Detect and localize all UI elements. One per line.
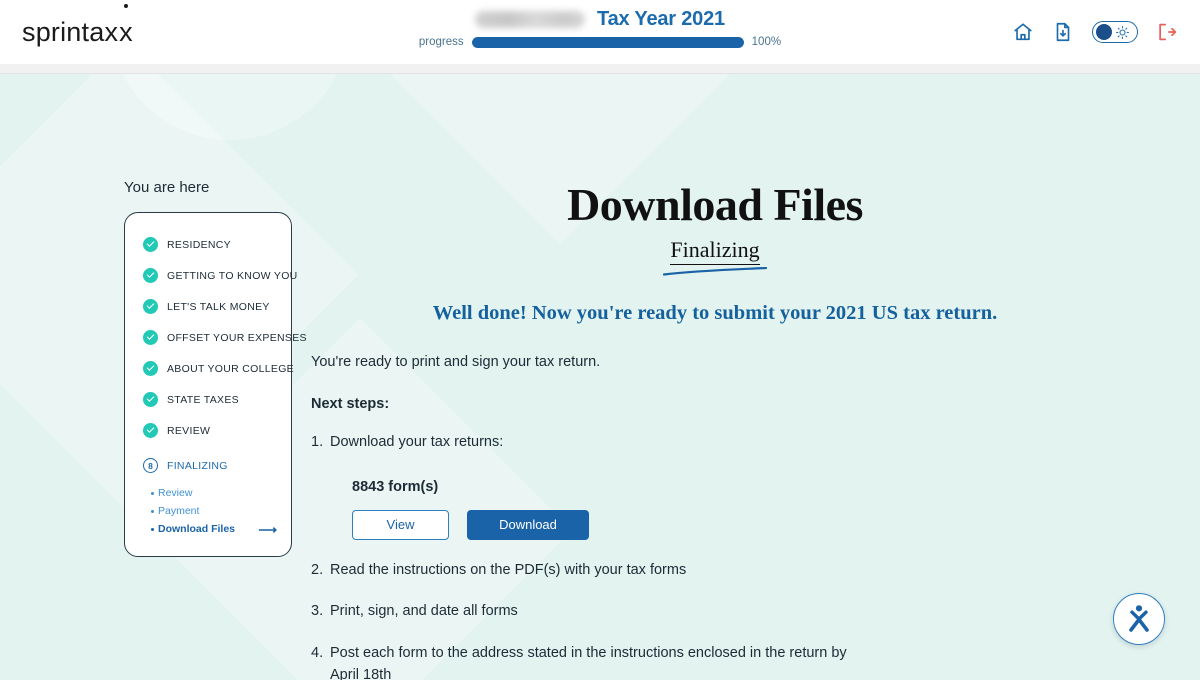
main-content: Download Files Finalizing Well done! Now… xyxy=(310,74,1200,680)
sidebar-item-about-your-college[interactable]: ABOUT YOUR COLLEGE xyxy=(125,353,294,384)
check-icon xyxy=(143,268,158,283)
app-header: sprintax x Tax Year 2021 progress 100% xyxy=(0,0,1200,64)
check-icon xyxy=(143,423,158,438)
body-column: You're ready to print and sign your tax … xyxy=(310,352,870,680)
sidebar-item-label: FINALIZING xyxy=(167,459,228,472)
check-icon xyxy=(143,361,158,376)
list-item: Download your tax returns: 8843 form(s) … xyxy=(311,432,870,540)
logo-text: sprintax xyxy=(22,16,119,47)
sidebar-item-lets-talk-money[interactable]: LET'S TALK MONEY xyxy=(125,291,291,322)
progress-percent-label: 100% xyxy=(751,36,782,48)
sidebar-item-offset-your-expenses[interactable]: OFFSET YOUR EXPENSES xyxy=(125,322,307,353)
sidebar-subitem-download-files[interactable]: Download Files ⟶ xyxy=(125,520,291,538)
sidebar-subitem-label: Download Files xyxy=(158,523,236,535)
step-1-text: Download your tax returns: xyxy=(330,434,504,451)
intro-text: You're ready to print and sign your tax … xyxy=(311,354,601,370)
sidebar-subitem-review[interactable]: Review xyxy=(125,484,291,502)
tax-year-label: Tax Year 2021 xyxy=(597,7,725,30)
sidebar-item-label: REVIEW xyxy=(167,424,211,437)
sidebar-substeps: Review Payment Download Files ⟶ xyxy=(125,481,291,538)
page-title: Download Files xyxy=(567,179,863,230)
bullet-icon xyxy=(151,527,154,531)
sidebar-subitem-label: Payment xyxy=(158,505,200,517)
list-item: Read the instructions on the PDF(s) with… xyxy=(311,560,687,582)
progress-track xyxy=(471,36,744,48)
step-number-badge: 8 xyxy=(143,458,158,473)
arrow-right-icon: ⟶ xyxy=(258,521,277,537)
help-chat-button[interactable] xyxy=(1113,593,1165,645)
download-button[interactable]: Download xyxy=(467,509,589,540)
dark-light-mode-toggle[interactable] xyxy=(1092,21,1138,43)
sidebar-item-state-taxes[interactable]: STATE TAXES xyxy=(125,384,291,415)
sidebar-item-getting-to-know-you[interactable]: GETTING TO KNOW YOU xyxy=(125,260,297,291)
form-actions: View Download xyxy=(352,509,870,540)
list-item: Print, sign, and date all forms xyxy=(311,601,518,623)
progress-bar-group: progress 100% xyxy=(419,36,781,48)
check-icon xyxy=(143,237,158,252)
bullet-icon xyxy=(151,509,154,513)
sidebar-item-label: ABOUT YOUR COLLEGE xyxy=(167,362,294,375)
forms-label: 8843 form(s) xyxy=(352,478,439,495)
sidebar-item-label: OFFSET YOUR EXPENSES xyxy=(167,331,307,344)
file-download-icon[interactable] xyxy=(1052,21,1074,43)
logout-icon[interactable] xyxy=(1156,21,1178,43)
check-icon xyxy=(143,330,158,345)
steps-card: RESIDENCY GETTING TO KNOW YOU LET'S TALK… xyxy=(124,212,307,557)
sidebar-item-label: STATE TAXES xyxy=(167,393,239,406)
subtitle-swoosh-underline xyxy=(662,267,768,276)
user-name-redacted xyxy=(475,10,586,28)
sidebar-subitem-label: Review xyxy=(158,487,193,499)
next-steps-list: Download your tax returns: 8843 form(s) … xyxy=(311,432,870,680)
page-subtitle-wrap: Finalizing xyxy=(270,237,1160,276)
check-icon xyxy=(143,392,158,407)
sprintax-logo[interactable]: sprintax x xyxy=(22,3,133,48)
check-icon xyxy=(143,299,158,314)
progress-fill xyxy=(471,36,744,48)
header-bottom-strip xyxy=(0,64,1200,74)
sidebar-item-label: RESIDENCY xyxy=(167,238,231,251)
toggle-knob xyxy=(1096,24,1112,40)
page-subtitle: Finalizing xyxy=(670,237,760,265)
progress-sidebar: You are here RESIDENCY GETTING TO KNOW Y… xyxy=(0,74,310,680)
sidebar-item-review[interactable]: REVIEW xyxy=(125,415,291,446)
success-headline: Well done! Now you're ready to submit yo… xyxy=(432,302,998,324)
sidebar-item-label: LET'S TALK MONEY xyxy=(167,300,270,313)
main-area: You are here RESIDENCY GETTING TO KNOW Y… xyxy=(0,74,1200,680)
progress-label: progress xyxy=(418,36,464,48)
list-item: Post each form to the address stated in … xyxy=(311,643,847,680)
sidebar-item-finalizing[interactable]: 8 FINALIZING xyxy=(125,450,291,481)
bullet-icon xyxy=(151,491,154,495)
header-actions xyxy=(1012,21,1178,43)
sprintax-person-x-icon xyxy=(1129,605,1149,632)
next-steps-label: Next steps: xyxy=(311,396,390,413)
sidebar-subitem-payment[interactable]: Payment xyxy=(125,502,291,520)
view-button[interactable]: View xyxy=(352,509,449,540)
sidebar-item-residency[interactable]: RESIDENCY xyxy=(125,229,291,260)
home-icon[interactable] xyxy=(1012,21,1034,43)
logo-x-icon: x xyxy=(119,3,133,48)
